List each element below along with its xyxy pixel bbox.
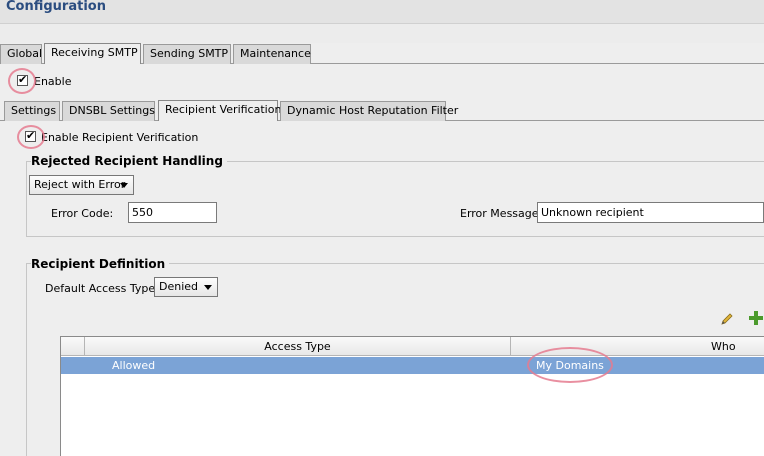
default-access-type-select[interactable]: Denied: [154, 277, 218, 297]
tab-dynamic-host-reputation-filter[interactable]: Dynamic Host Reputation Filter: [280, 101, 458, 121]
plus-icon[interactable]: [748, 310, 764, 326]
tab-recipient-verification[interactable]: Recipient Verification: [158, 100, 281, 121]
page-title: Configuration: [6, 0, 106, 14]
cell-access-type: Allowed: [112, 359, 156, 372]
enable-label: Enable: [34, 75, 72, 88]
chevron-down-icon: [120, 183, 128, 188]
tab-sending-smtp[interactable]: Sending SMTP: [143, 44, 231, 64]
table-row[interactable]: Allowed My Domains: [61, 357, 764, 374]
rejected-recipient-handling-title: Rejected Recipient Handling: [31, 154, 227, 168]
rejection-action-select[interactable]: Reject with Error: [29, 175, 134, 195]
error-code-label: Error Code:: [51, 207, 114, 220]
enable-recipient-verification-label: Enable Recipient Verification: [41, 131, 199, 144]
row-header-corner: [61, 337, 85, 356]
column-header-access-type[interactable]: Access Type: [85, 337, 511, 356]
annotation-circle-enable-verification: [17, 125, 45, 149]
error-message-field[interactable]: Unknown recipient: [537, 202, 764, 223]
rejection-action-value: Reject with Error: [34, 178, 126, 191]
annotation-circle-my-domains: [527, 347, 613, 383]
tab-receiving-smtp[interactable]: Receiving SMTP: [44, 43, 141, 64]
header-band: [0, 24, 764, 43]
recipient-table: Access Type Who Allowed My Domains: [60, 336, 764, 456]
tab-global[interactable]: Global: [0, 44, 42, 64]
pencil-icon[interactable]: [719, 311, 735, 327]
tab-maintenance[interactable]: Maintenance: [233, 44, 311, 64]
error-message-label: Error Message:: [460, 207, 543, 220]
rejected-recipient-handling-group: [26, 161, 764, 237]
window-header: Configuration: [0, 0, 764, 24]
tab-dnsbl-settings[interactable]: DNSBL Settings: [62, 101, 155, 121]
annotation-circle-enable: [8, 68, 36, 94]
tab-settings[interactable]: Settings: [4, 101, 60, 121]
default-access-type-value: Denied: [159, 280, 199, 293]
chevron-down-icon: [204, 285, 212, 290]
recipient-definition-title: Recipient Definition: [31, 257, 170, 271]
default-access-type-label: Default Access Type:: [45, 282, 159, 295]
error-code-field[interactable]: 550: [128, 202, 217, 223]
